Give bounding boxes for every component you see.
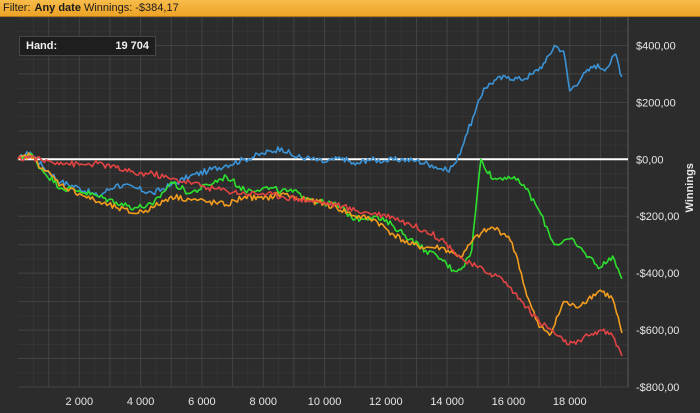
y-tick-label: -$600,00 — [636, 325, 679, 337]
y-axis-ticks: $400,00 $200,00 $0,00 -$200,00 -$400,00 -$600… — [636, 40, 679, 394]
series-line-2 — [17, 152, 623, 337]
winnings-chart: 2 000 4 000 6 000 8 000 10 000 12 000 14 000 16… — [17, 17, 696, 408]
filter-bar: Filter: Any date Winnings: -$384,17 — [0, 0, 700, 17]
hand-label: Hand: — [26, 40, 58, 52]
y-tick-label: $0,00 — [636, 154, 664, 166]
filter-value[interactable]: Any date — [31, 2, 81, 14]
series-lines — [17, 44, 623, 356]
x-axis-ticks: 2 000 4 000 6 000 8 000 10 000 12 000 14 000 16… — [66, 396, 587, 408]
x-tick-label: 10 000 — [308, 396, 342, 408]
winnings-label: Winnings: — [83, 2, 133, 14]
x-tick-label: 16 000 — [492, 396, 526, 408]
hand-value: 19 704 — [115, 40, 149, 52]
y-axis-title: Winnings — [684, 163, 696, 212]
hand-info-box: Hand: 19 704 — [19, 36, 156, 56]
y-tick-label: -$800,00 — [636, 382, 679, 394]
winnings-value: -$384,17 — [135, 2, 179, 14]
x-tick-label: 18 000 — [553, 396, 587, 408]
x-tick-label: 12 000 — [369, 396, 403, 408]
x-tick-label: 4 000 — [127, 396, 155, 408]
x-tick-label: 2 000 — [66, 396, 94, 408]
y-tick-label: -$200,00 — [636, 211, 679, 223]
y-tick-label: -$400,00 — [636, 268, 679, 280]
series-line-3 — [17, 155, 623, 356]
x-tick-label: 8 000 — [249, 396, 277, 408]
x-tick-label: 6 000 — [188, 396, 216, 408]
x-tick-label: 14 000 — [430, 396, 464, 408]
y-tick-label: $400,00 — [636, 40, 676, 52]
series-line-0 — [17, 44, 623, 198]
y-tick-label: $200,00 — [636, 97, 676, 109]
filter-label: Filter: — [3, 2, 31, 14]
chart-area: 2 000 4 000 6 000 8 000 10 000 12 000 14 000 16… — [0, 17, 700, 413]
